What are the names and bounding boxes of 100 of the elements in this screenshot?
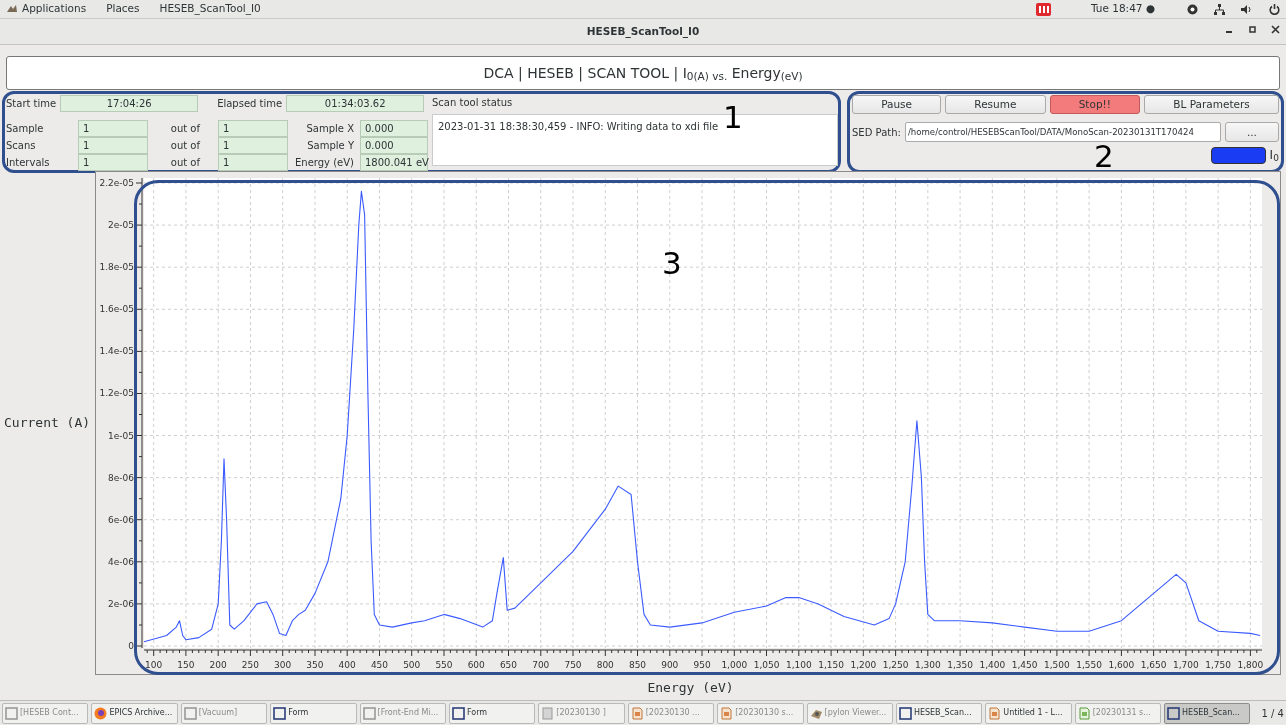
taskbar-label: [Vacuum] bbox=[198, 707, 238, 719]
window-icon bbox=[898, 706, 912, 720]
tick-label: 1,150 bbox=[818, 660, 844, 670]
axis-title: Energy (eV) bbox=[647, 678, 734, 697]
close-icon[interactable] bbox=[1271, 25, 1280, 34]
value-field: 1800.041 eV bbox=[360, 154, 428, 171]
value-field: 0.000 bbox=[360, 137, 428, 154]
start-time-field: 17:04:26 bbox=[60, 95, 199, 112]
tick-label: 650 bbox=[499, 660, 518, 670]
window-icon bbox=[273, 706, 287, 720]
tick-label: 1,300 bbox=[914, 660, 941, 670]
value-field: 0.000 bbox=[360, 120, 428, 137]
path-field[interactable]: /home/control/HESEBScanTool/DATA/MonoScan-20230131T170424 bbox=[904, 122, 1221, 142]
taskbar-item[interactable]: Form bbox=[270, 702, 357, 724]
tick-label: 800 bbox=[596, 660, 614, 670]
taskbar-label: Form bbox=[288, 707, 309, 719]
maximize-icon[interactable] bbox=[1248, 25, 1257, 34]
volume-icon[interactable] bbox=[1241, 3, 1253, 15]
tick-label: 0 bbox=[128, 641, 134, 651]
tick-label: 6e-06 bbox=[108, 514, 134, 525]
tick-label: 400 bbox=[338, 660, 356, 670]
tick-label: 1,550 bbox=[1076, 660, 1102, 670]
window-icon bbox=[451, 706, 465, 720]
value-field: 1 bbox=[78, 120, 148, 137]
header-title: DCA | HESEB | SCAN TOOL | I$_{0(A) vs.}$ Energy$_{(eV)}$ bbox=[483, 63, 803, 84]
axis-title: Current (A) bbox=[4, 414, 91, 433]
taskbar-label: HESEB_Scan... bbox=[1182, 707, 1240, 719]
tick-label: 950 bbox=[693, 660, 711, 670]
taskbar-label: HESEB_Scan... bbox=[913, 707, 972, 719]
window-icon bbox=[362, 706, 376, 720]
tick-label: 450 bbox=[370, 660, 389, 670]
action-button[interactable]: Pause bbox=[852, 95, 942, 114]
tick-label: 1,000 bbox=[721, 660, 748, 670]
window-title: HESEB_ScanTool_I0 bbox=[586, 23, 700, 40]
tick-label: 8e-06 bbox=[108, 472, 134, 483]
value-field: 1 bbox=[78, 154, 148, 171]
field-label: Start time bbox=[6, 97, 57, 111]
field-label: out of bbox=[169, 139, 202, 153]
browse-button[interactable]: ... bbox=[1224, 122, 1279, 142]
field-label: Elapsed time bbox=[216, 97, 284, 111]
tick-label: 1,650 bbox=[1140, 660, 1167, 670]
window-icon bbox=[183, 706, 197, 720]
taskbar-label: EPICS Archive... bbox=[109, 707, 173, 719]
legend-label: I$_{0}$ bbox=[1269, 147, 1279, 164]
tick-label: 1.2e-05 bbox=[99, 388, 134, 399]
tick-label: 1,100 bbox=[785, 660, 812, 670]
file-icon bbox=[541, 706, 555, 720]
tick-label: 1,450 bbox=[1011, 660, 1038, 670]
field-label: Sample Y bbox=[306, 139, 355, 153]
tick-label: 1,200 bbox=[850, 660, 877, 670]
tick-label: 1,050 bbox=[753, 660, 780, 670]
clock[interactable]: Tue 18:47 ● bbox=[1090, 1, 1155, 17]
taskbar-item[interactable]: HESEB_Scan... bbox=[895, 702, 983, 724]
action-button[interactable]: BL Parameters bbox=[1144, 95, 1279, 114]
tick-label: 900 bbox=[661, 660, 679, 670]
tick-label: 2.2e-05 bbox=[99, 178, 134, 188]
tick-label: 1,700 bbox=[1173, 660, 1199, 670]
document-icon bbox=[988, 706, 1002, 720]
taskbar-label: [Front-End Mi... bbox=[377, 707, 439, 719]
field-label: Intervals bbox=[6, 156, 51, 170]
tick-label: 1,600 bbox=[1108, 660, 1135, 670]
menu-item[interactable]: HESEB_ScanTool_I0 bbox=[159, 1, 261, 17]
taskbar-label: Untitled 1 - L... bbox=[1003, 707, 1063, 719]
tick-label: 500 bbox=[403, 660, 421, 670]
stop-button[interactable]: Stop!! bbox=[1049, 95, 1141, 114]
action-button[interactable]: Resume bbox=[945, 95, 1046, 114]
field-label: Scans bbox=[6, 139, 37, 153]
field-label: out of bbox=[169, 122, 202, 136]
field-label: SED Path: bbox=[852, 125, 901, 140]
tick-label: 200 bbox=[209, 660, 227, 670]
taskbar-item[interactable]: HESEB_Scan... bbox=[1164, 702, 1251, 724]
tick-label: 700 bbox=[532, 660, 550, 670]
menu-item[interactable]: Applications bbox=[22, 1, 87, 17]
network-icon[interactable] bbox=[1214, 3, 1225, 15]
taskbar-label: [20230130 ] bbox=[556, 707, 606, 719]
taskbar-label: [20230130 s... bbox=[735, 707, 794, 719]
tick-label: 250 bbox=[241, 660, 260, 670]
document-icon bbox=[720, 706, 734, 720]
tick-label: 4e-06 bbox=[108, 556, 134, 567]
log-text: 2023-01-31 18:38:30,459 - INFO: Writing data to xdi file bbox=[438, 121, 719, 132]
tick-label: 1,800 bbox=[1237, 660, 1264, 670]
browser-icon bbox=[94, 706, 108, 720]
total-field: 1 bbox=[218, 120, 288, 137]
annotation-number: 3 bbox=[662, 248, 682, 279]
tick-label: 750 bbox=[564, 660, 582, 670]
tick-label: 1,500 bbox=[1043, 660, 1070, 670]
taskbar-item[interactable]: EPICS Archive... bbox=[91, 702, 178, 724]
tick-label: 1,400 bbox=[979, 660, 1006, 670]
tick-label: 1e-05 bbox=[108, 430, 134, 441]
total-field: 1 bbox=[218, 154, 288, 171]
tick-label: 600 bbox=[467, 660, 485, 670]
window-icon bbox=[5, 706, 18, 720]
tick-label: 1.8e-05 bbox=[99, 262, 134, 273]
workspace-pager[interactable]: 1 / 4 bbox=[1253, 705, 1284, 721]
tick-label: 1.6e-05 bbox=[99, 304, 134, 315]
document-icon bbox=[630, 706, 644, 720]
menu-item[interactable]: Places bbox=[106, 1, 140, 17]
taskbar-item[interactable]: Untitled 1 - L... bbox=[985, 702, 1072, 724]
power-icon[interactable] bbox=[1269, 3, 1280, 15]
taskbar-item[interactable]: Form bbox=[448, 702, 536, 724]
